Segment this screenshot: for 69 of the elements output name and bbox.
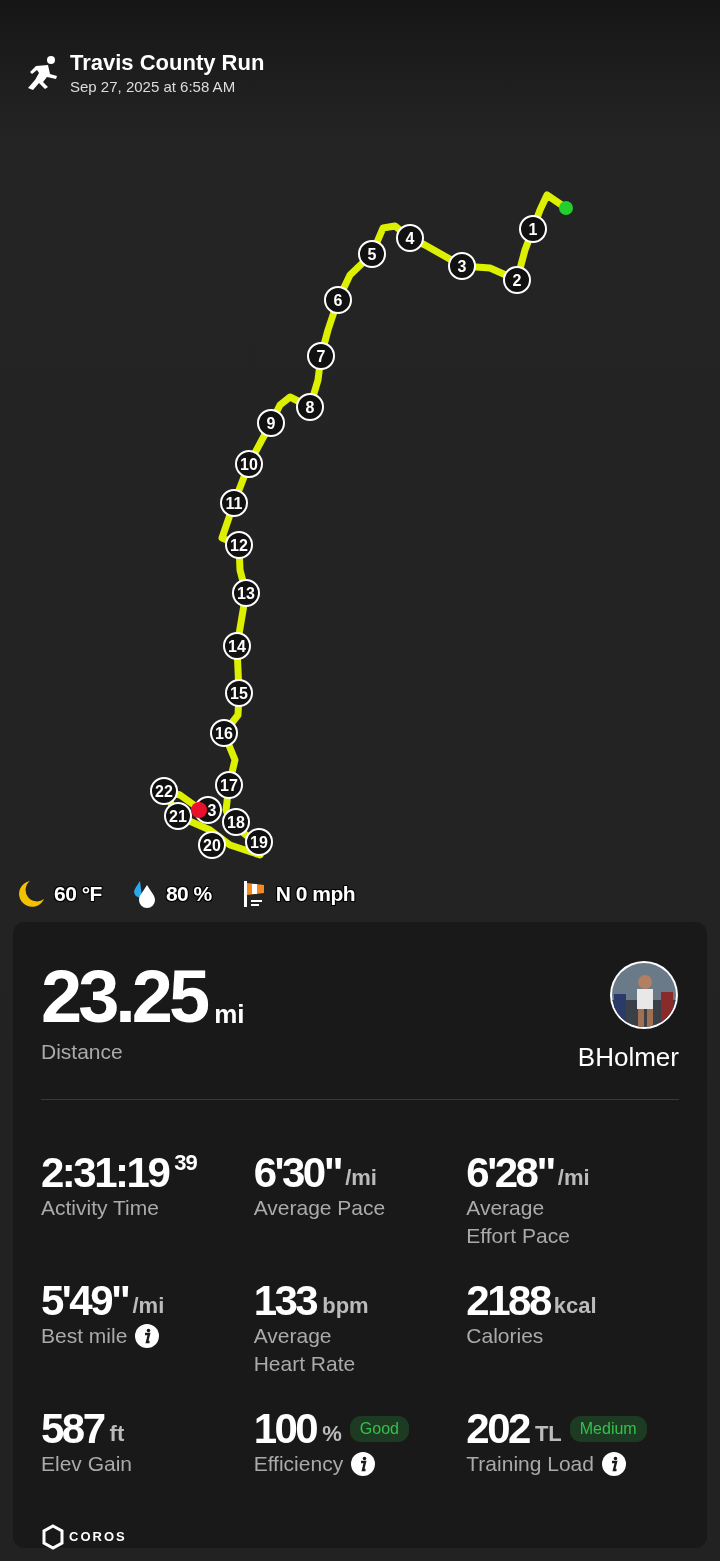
athlete-name: BHolmer — [577, 1041, 679, 1074]
mile-marker: 2 — [503, 266, 531, 294]
mile-marker: 1 — [519, 215, 547, 243]
stat-label: Activity Time — [41, 1195, 159, 1221]
stat-label: Best mile — [41, 1323, 128, 1349]
water-drops-icon — [131, 879, 158, 909]
mile-marker: 4 — [396, 224, 424, 252]
mile-marker: 10 — [235, 450, 263, 478]
distance-unit: mi — [214, 998, 245, 1031]
weather-value: N 0 mph — [275, 881, 356, 908]
stat-value: 5'49" — [41, 1280, 129, 1322]
info-icon[interactable] — [351, 1452, 376, 1476]
weather-value: 60 °F — [54, 881, 102, 908]
stat-unit: /mi — [132, 1292, 165, 1320]
stat-unit: ft — [109, 1420, 125, 1448]
weather-value: 80 % — [165, 881, 212, 908]
stat-value: 587 — [41, 1408, 104, 1450]
info-icon[interactable] — [135, 1324, 160, 1348]
activity-title: Travis County Run — [70, 50, 265, 76]
distance-value: 23.25 — [41, 960, 207, 1034]
stat-label: Average Effort Pace — [466, 1195, 570, 1249]
mile-marker: 15 — [225, 679, 253, 707]
hexagon-logo-icon — [41, 1524, 65, 1550]
stat-label: Calories — [466, 1323, 544, 1349]
info-icon[interactable] — [601, 1452, 626, 1476]
finish-marker — [191, 802, 207, 818]
stat-unit: /mi — [345, 1164, 377, 1192]
start-marker — [559, 201, 573, 215]
stat-label: Training Load — [466, 1451, 594, 1477]
stat-label: Average Heart Rate — [253, 1323, 356, 1377]
stat-unit: % — [322, 1420, 342, 1448]
stat-value: 2188 — [466, 1280, 550, 1322]
stat-value: 6'28" — [466, 1152, 554, 1194]
stat-value: 133 — [253, 1280, 317, 1322]
stat-label: Average Pace — [253, 1195, 386, 1221]
mile-marker: 3 — [448, 252, 476, 280]
mile-marker: 9 — [257, 409, 285, 437]
rating-badge: Good — [349, 1416, 409, 1442]
mile-marker: 18 — [222, 808, 250, 836]
mile-marker: 11 — [220, 489, 248, 517]
brand-name: COROS — [69, 1528, 127, 1547]
mile-marker: 14 — [223, 632, 251, 660]
stat-value: 2:31:19 — [41, 1152, 169, 1194]
stat-label: Efficiency — [253, 1451, 344, 1477]
mile-marker: 12 — [225, 531, 253, 559]
mile-marker: 16 — [210, 719, 238, 747]
stat-unit: bpm — [322, 1292, 369, 1320]
mile-marker: 6 — [324, 286, 352, 314]
mile-marker: 20 — [198, 831, 226, 859]
mile-marker: 21 — [164, 802, 192, 830]
stat-value: 6'30" — [253, 1152, 342, 1194]
activity-date: Sep 27, 2025 at 6:58 AM — [70, 77, 237, 97]
mile-marker: 17 — [215, 771, 243, 799]
stat-unit: /mi — [557, 1164, 590, 1192]
stat-unit: TL — [534, 1420, 562, 1448]
mile-marker: 19 — [245, 828, 273, 856]
distance-label: Distance — [41, 1039, 124, 1065]
mile-marker: 22 — [150, 777, 178, 805]
mile-marker: 13 — [232, 579, 260, 607]
mile-marker: 5 — [358, 240, 386, 268]
moon-icon — [16, 879, 46, 909]
stat-hundredths: 39 — [174, 1152, 197, 1174]
rating-badge: Medium — [569, 1416, 647, 1442]
stat-value: 100 — [253, 1408, 317, 1450]
mile-marker: 8 — [296, 393, 324, 421]
stat-label: Elev Gain — [41, 1451, 133, 1477]
mile-marker: 7 — [307, 342, 335, 370]
stat-value: 202 — [466, 1408, 529, 1450]
stat-unit: kcal — [553, 1292, 597, 1320]
